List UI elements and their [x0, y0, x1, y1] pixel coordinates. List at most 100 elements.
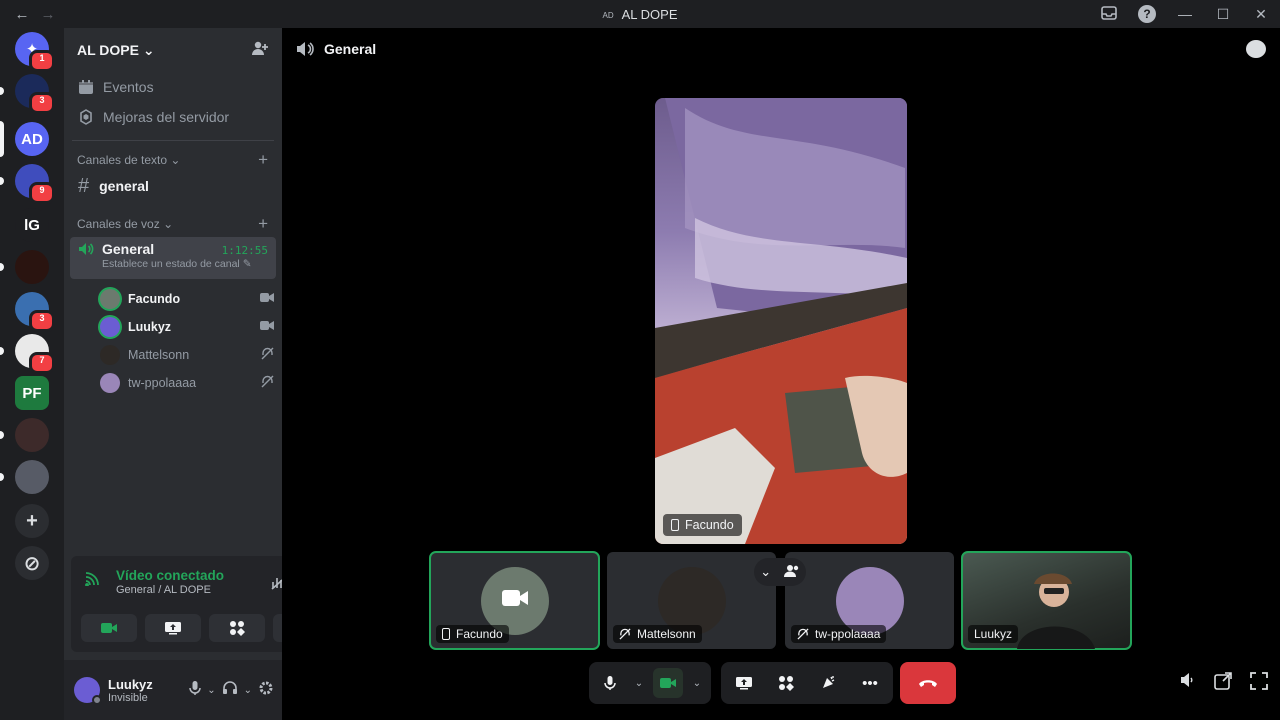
participant-tile[interactable]: Mattelsonn — [607, 552, 776, 649]
guild-server-6[interactable] — [15, 250, 49, 284]
events-label: Eventos — [103, 79, 154, 95]
screen-share-icon — [736, 677, 752, 690]
guild-icon — [15, 418, 49, 452]
mention-badge: 1 — [29, 50, 55, 72]
microphone-button[interactable] — [595, 668, 625, 698]
minimize-button[interactable]: — — [1166, 6, 1204, 22]
video-icon — [260, 320, 274, 334]
chevron-down-icon[interactable]: ⌄ — [244, 685, 252, 696]
chevron-down-icon[interactable]: ⌄ — [207, 685, 215, 696]
channel-general-text[interactable]: # general — [72, 171, 274, 201]
voice-member[interactable]: tw-ppolaaaa — [100, 369, 274, 397]
call-header: General — [282, 28, 1280, 70]
camera-toggle-button[interactable] — [81, 614, 137, 642]
voice-member[interactable]: Mattelsonn — [100, 341, 274, 369]
gear-icon[interactable] — [258, 680, 274, 700]
add-channel-icon[interactable]: + — [258, 150, 268, 170]
participant-tile[interactable]: tw-ppolaaaa — [785, 552, 954, 649]
avatar — [100, 345, 120, 365]
guild-server-pf[interactable]: PF — [15, 376, 49, 410]
signal-icon[interactable] — [85, 572, 101, 591]
close-button[interactable]: ✕ — [1242, 6, 1280, 23]
volume-icon[interactable] — [1180, 672, 1196, 695]
screen-share-button[interactable] — [729, 668, 759, 698]
tile-label: Facundo — [436, 625, 509, 643]
chevron-down-icon: ⌄ — [170, 153, 181, 167]
pencil-icon[interactable]: ✎ — [243, 258, 252, 270]
help-icon[interactable]: ? — [1138, 5, 1156, 23]
guild-server-al-dope[interactable]: AD — [15, 122, 49, 156]
video-frame — [655, 98, 907, 544]
leave-call-button[interactable] — [900, 662, 956, 704]
pop-out-icon[interactable] — [1214, 672, 1232, 695]
participant-tile[interactable]: Facundo — [429, 551, 600, 650]
activities-button[interactable] — [771, 668, 801, 698]
chevron-down-icon[interactable]: ⌄ — [760, 564, 771, 580]
inbox-icon[interactable] — [1090, 5, 1128, 23]
server-header[interactable]: AL DOPE ⌄ — [64, 28, 282, 72]
discover-icon-glyph: ⊘ — [15, 546, 49, 580]
tile-name: tw-ppolaaaa — [815, 627, 881, 641]
voice-channel-general[interactable]: General 1:12:55 Establece un estado de c… — [70, 237, 276, 279]
tile-name: Facundo — [456, 627, 503, 641]
more-options-icon[interactable]: ••• — [855, 668, 885, 698]
voice-member-list: Facundo Luukyz Mattelsonn tw-ppolaaaa — [64, 285, 282, 397]
headphones-icon[interactable] — [222, 681, 238, 699]
avatar[interactable] — [74, 677, 102, 705]
forward-arrow-icon[interactable]: → — [38, 6, 58, 23]
add-channel-icon[interactable]: + — [258, 214, 268, 234]
user-status: Invisible — [108, 691, 148, 704]
invite-people-icon[interactable] — [251, 40, 269, 61]
fullscreen-icon[interactable] — [1250, 672, 1268, 695]
deafened-icon — [619, 628, 631, 640]
soundboard-button[interactable] — [813, 668, 843, 698]
guild-icon — [15, 250, 49, 284]
chevron-down-icon[interactable]: ⌄ — [689, 668, 705, 698]
back-arrow-icon[interactable]: ← — [12, 6, 32, 23]
participant-tile[interactable]: Luukyz — [961, 551, 1132, 650]
window-title-text: AL DOPE — [621, 6, 678, 22]
call-channel-name: General — [324, 41, 377, 57]
server-boost-label: Mejoras del servidor — [103, 109, 230, 125]
screen-share-button[interactable] — [145, 614, 201, 642]
add-server-icon[interactable]: + — [15, 504, 49, 538]
deafened-icon — [261, 347, 274, 363]
tile-hover-menu[interactable]: ⌄ — [754, 558, 806, 586]
guild-discord-home[interactable]: ✦ 1 — [15, 32, 55, 72]
discover-icon[interactable]: ⊘ — [15, 546, 49, 580]
guild-server-2[interactable]: 3 — [15, 74, 55, 114]
tile-label: tw-ppolaaaa — [791, 625, 887, 643]
tile-name: Luukyz — [974, 627, 1013, 641]
guild-server-10[interactable] — [15, 418, 49, 452]
chat-bubble-icon[interactable] — [1246, 40, 1266, 58]
menu-item-events[interactable]: Eventos — [72, 72, 274, 102]
category-voice-channels[interactable]: Canales de voz ⌄ + — [72, 214, 274, 234]
activities-button[interactable] — [209, 614, 265, 642]
call-timer: 1:12:55 — [221, 244, 268, 257]
chevron-down-icon[interactable]: ⌄ — [631, 668, 647, 698]
category-label: Canales de texto — [77, 153, 168, 167]
guild-server-8[interactable]: 7 — [15, 334, 55, 374]
video-icon — [260, 292, 274, 306]
people-icon[interactable] — [783, 564, 800, 581]
channel-status-prompt[interactable]: Establece un estado de canal — [102, 258, 240, 270]
username[interactable]: Luukyz — [108, 677, 153, 692]
camera-button[interactable] — [653, 668, 683, 698]
calendar-icon — [79, 80, 93, 94]
maximize-button[interactable]: ☐ — [1204, 6, 1242, 23]
title-bar: ← → AD AL DOPE ? — ☐ ✕ — [0, 0, 1280, 28]
menu-item-server-boost[interactable]: Mejoras del servidor — [72, 102, 274, 132]
guild-server-4[interactable]: 9 — [15, 164, 55, 204]
activities-icon — [230, 621, 245, 636]
member-name: Luukyz — [128, 320, 172, 334]
voice-member[interactable]: Luukyz — [100, 313, 274, 341]
voice-member[interactable]: Facundo — [100, 285, 274, 313]
microphone-icon[interactable] — [189, 680, 201, 700]
focused-video-tile[interactable]: Facundo — [655, 98, 907, 544]
user-panel: Luukyz Invisible ⌄ ⌄ — [64, 660, 282, 720]
guild-server-7[interactable]: 3 — [15, 292, 55, 332]
guild-server-11[interactable] — [15, 460, 49, 494]
avatar — [100, 317, 120, 337]
guild-server-lg[interactable]: lG — [15, 208, 49, 242]
category-text-channels[interactable]: Canales de texto ⌄ + — [72, 150, 274, 170]
